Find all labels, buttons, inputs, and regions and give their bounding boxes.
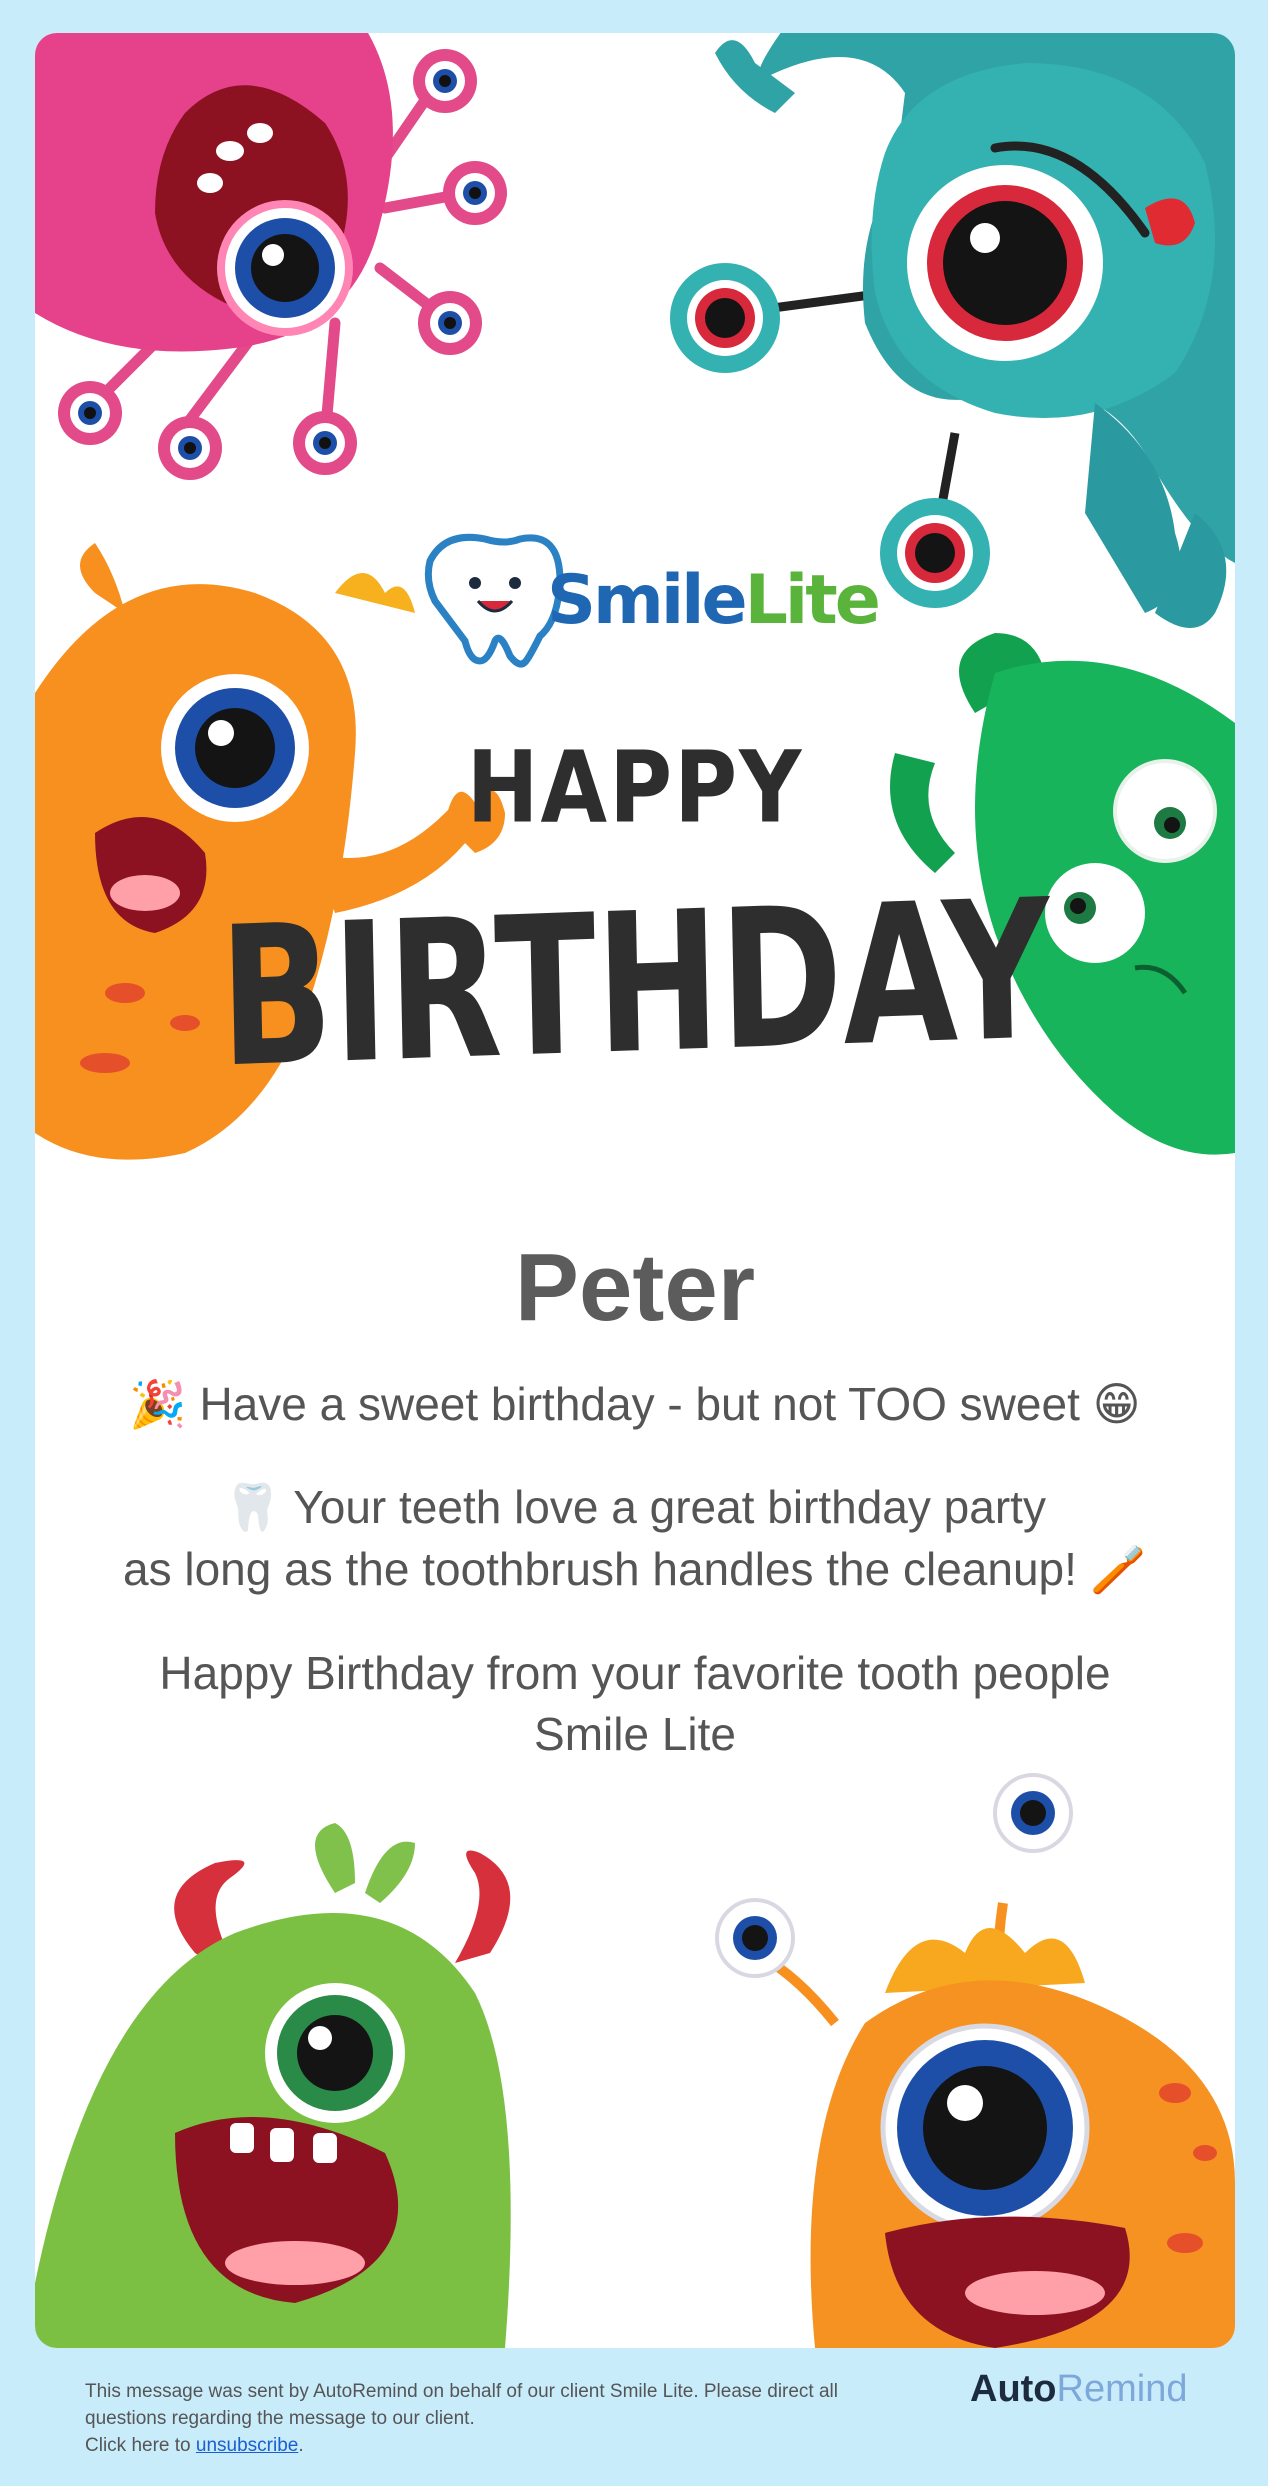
smile-lite-logo: SmileLite bbox=[410, 521, 890, 681]
message-line-2a: 🦷 Your teeth love a great birthday party bbox=[224, 1481, 1046, 1533]
autoremind-word-remind: Remind bbox=[1056, 2368, 1188, 2410]
unsubscribe-link[interactable]: unsubscribe bbox=[196, 2435, 298, 2456]
message-line-2b: as long as the toothbrush handles the cl… bbox=[123, 1543, 1147, 1595]
logo-word-smile: Smile bbox=[547, 561, 748, 640]
happy-heading: HAPPY bbox=[466, 730, 804, 846]
logo-word-lite: Lite bbox=[744, 561, 881, 640]
birthday-heading: BIRTHDAY bbox=[217, 858, 1053, 1110]
footer-click-prefix: Click here to bbox=[85, 2435, 191, 2456]
recipient-name: Peter bbox=[514, 1234, 756, 1341]
message-line-1: 🎉 Have a sweet birthday - but not TOO sw… bbox=[129, 1378, 1141, 1430]
message-signature: Smile Lite bbox=[534, 1708, 736, 1760]
footer-disclaimer: This message was sent by AutoRemind on b… bbox=[85, 2378, 915, 2459]
email-card: SmileLite HAPPY BIRTHDAY Peter 🎉 Have a … bbox=[35, 33, 1235, 2348]
footer-period: . bbox=[298, 2435, 304, 2456]
autoremind-logo: AutoRemind bbox=[970, 2368, 1187, 2411]
green-horned-monster-icon bbox=[35, 1823, 511, 2348]
footer-disclaimer-text: This message was sent by AutoRemind on b… bbox=[85, 2381, 838, 2429]
message-line-3a: Happy Birthday from your favorite tooth … bbox=[159, 1647, 1111, 1699]
orange-antenna-monster-icon bbox=[715, 1773, 1235, 2348]
pink-monster-icon bbox=[35, 33, 507, 480]
autoremind-word-auto: Auto bbox=[970, 2368, 1057, 2410]
monster-artwork bbox=[35, 33, 1235, 2348]
logo-wordmark: SmileLite bbox=[547, 561, 881, 640]
